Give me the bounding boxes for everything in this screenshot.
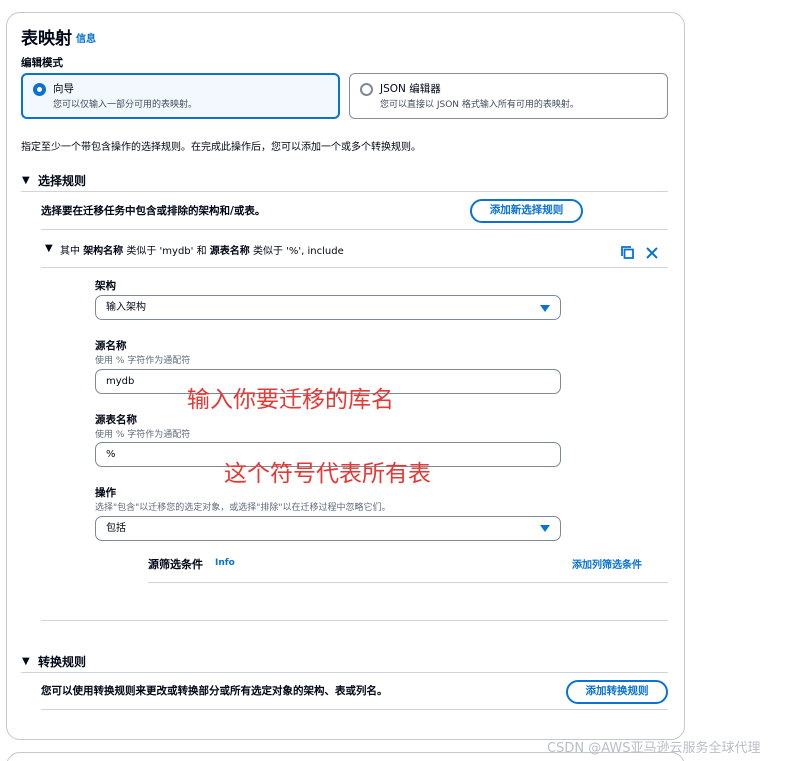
source-table-label: 源表名称 xyxy=(95,414,137,426)
close-icon[interactable] xyxy=(644,245,660,261)
dropdown-caret-icon xyxy=(540,525,550,532)
watermark: CSDN @AWS亚马逊云服务全球代理 xyxy=(547,741,761,756)
wizard-title: 向导 xyxy=(53,83,74,95)
info-link[interactable]: 信息 xyxy=(76,30,96,45)
action-desc: 选择"包含"以迁移您的选定对象，或选择"排除"以在迁移过程中忽略它们。 xyxy=(95,503,391,513)
copy-icon[interactable] xyxy=(620,245,636,261)
dropdown-caret-icon xyxy=(540,305,550,312)
source-filter-title: 源筛选条件 xyxy=(148,558,203,571)
json-editor-tile[interactable]: JSON 编辑器 您可以直接以 JSON 格式输入所有可用的表映射。 xyxy=(349,73,668,119)
action-select-value: 包括 xyxy=(106,523,126,534)
edit-mode-label: 编辑模式 xyxy=(21,57,63,69)
rule-bottom-divider xyxy=(41,620,668,621)
caret-down-icon[interactable]: ▼ xyxy=(22,175,30,186)
add-column-filter-link[interactable]: 添加列筛选条件 xyxy=(572,556,642,571)
schema-select-value: 输入架构 xyxy=(106,302,146,313)
transform-bottom-divider xyxy=(41,709,668,710)
schema-select[interactable]: 输入架构 xyxy=(95,295,561,320)
wizard-mode-tile[interactable]: 向导 您可以仅输入一部分可用的表映射。 xyxy=(21,73,340,119)
source-table-value: % xyxy=(106,449,116,460)
rule-header-divider xyxy=(41,267,668,268)
transform-rules-title[interactable]: 转换规则 xyxy=(38,653,86,670)
source-name-desc: 使用 % 字符作为通配符 xyxy=(95,356,191,366)
page-title: 表映射 xyxy=(21,29,72,49)
rule-summary-prefix: 其中 xyxy=(60,246,80,257)
filter-divider xyxy=(148,582,668,583)
annotation-db-note: 输入你要迁移的库名 xyxy=(187,387,394,413)
intro-text: 指定至少一个带包含操作的选择规则。在完成此操作后，您可以添加一个或多个转换规则。 xyxy=(21,142,421,153)
add-transform-rule-button[interactable]: 添加转换规则 xyxy=(566,680,668,704)
json-editor-radio[interactable] xyxy=(360,83,373,96)
rule-caret-down-icon[interactable]: ▼ xyxy=(45,243,53,254)
json-editor-desc: 您可以直接以 JSON 格式输入所有可用的表映射。 xyxy=(380,100,579,110)
rule-like2: 类似于 '%', include xyxy=(252,246,344,257)
section-divider xyxy=(21,191,668,192)
add-selection-rule-button[interactable]: 添加新选择规则 xyxy=(470,199,583,223)
section-divider xyxy=(21,672,668,673)
source-name-value: mydb xyxy=(106,376,135,387)
wizard-radio[interactable] xyxy=(33,83,46,96)
rule-like1: 类似于 'mydb' 和 xyxy=(126,246,207,257)
selection-rules-title[interactable]: 选择规则 xyxy=(38,172,86,189)
source-filter-info-link[interactable]: Info xyxy=(215,558,235,568)
selection-rules-desc: 选择要在迁移任务中包含或排除的架构和/或表。 xyxy=(41,205,266,217)
annotation-table-note: 这个符号代表所有表 xyxy=(224,461,431,487)
schema-label: 架构 xyxy=(95,280,116,292)
rule-divider xyxy=(41,229,668,230)
transform-rules-desc: 您可以使用转换规则来更改或转换部分或所有选定对象的架构、表或列名。 xyxy=(41,685,388,697)
rule-schema-label: 架构名称 xyxy=(83,246,124,257)
rule-table-label: 源表名称 xyxy=(209,246,250,257)
caret-down-icon[interactable]: ▼ xyxy=(22,656,30,667)
json-editor-title: JSON 编辑器 xyxy=(380,83,441,95)
source-name-label: 源名称 xyxy=(95,340,127,352)
rule-summary[interactable]: 其中 架构名称 类似于 'mydb' 和 源表名称 类似于 '%', inclu… xyxy=(60,242,344,257)
action-select[interactable]: 包括 xyxy=(95,516,561,541)
source-table-desc: 使用 % 字符作为通配符 xyxy=(95,430,191,440)
wizard-desc: 您可以仅输入一部分可用的表映射。 xyxy=(53,100,198,110)
action-label: 操作 xyxy=(95,487,116,499)
